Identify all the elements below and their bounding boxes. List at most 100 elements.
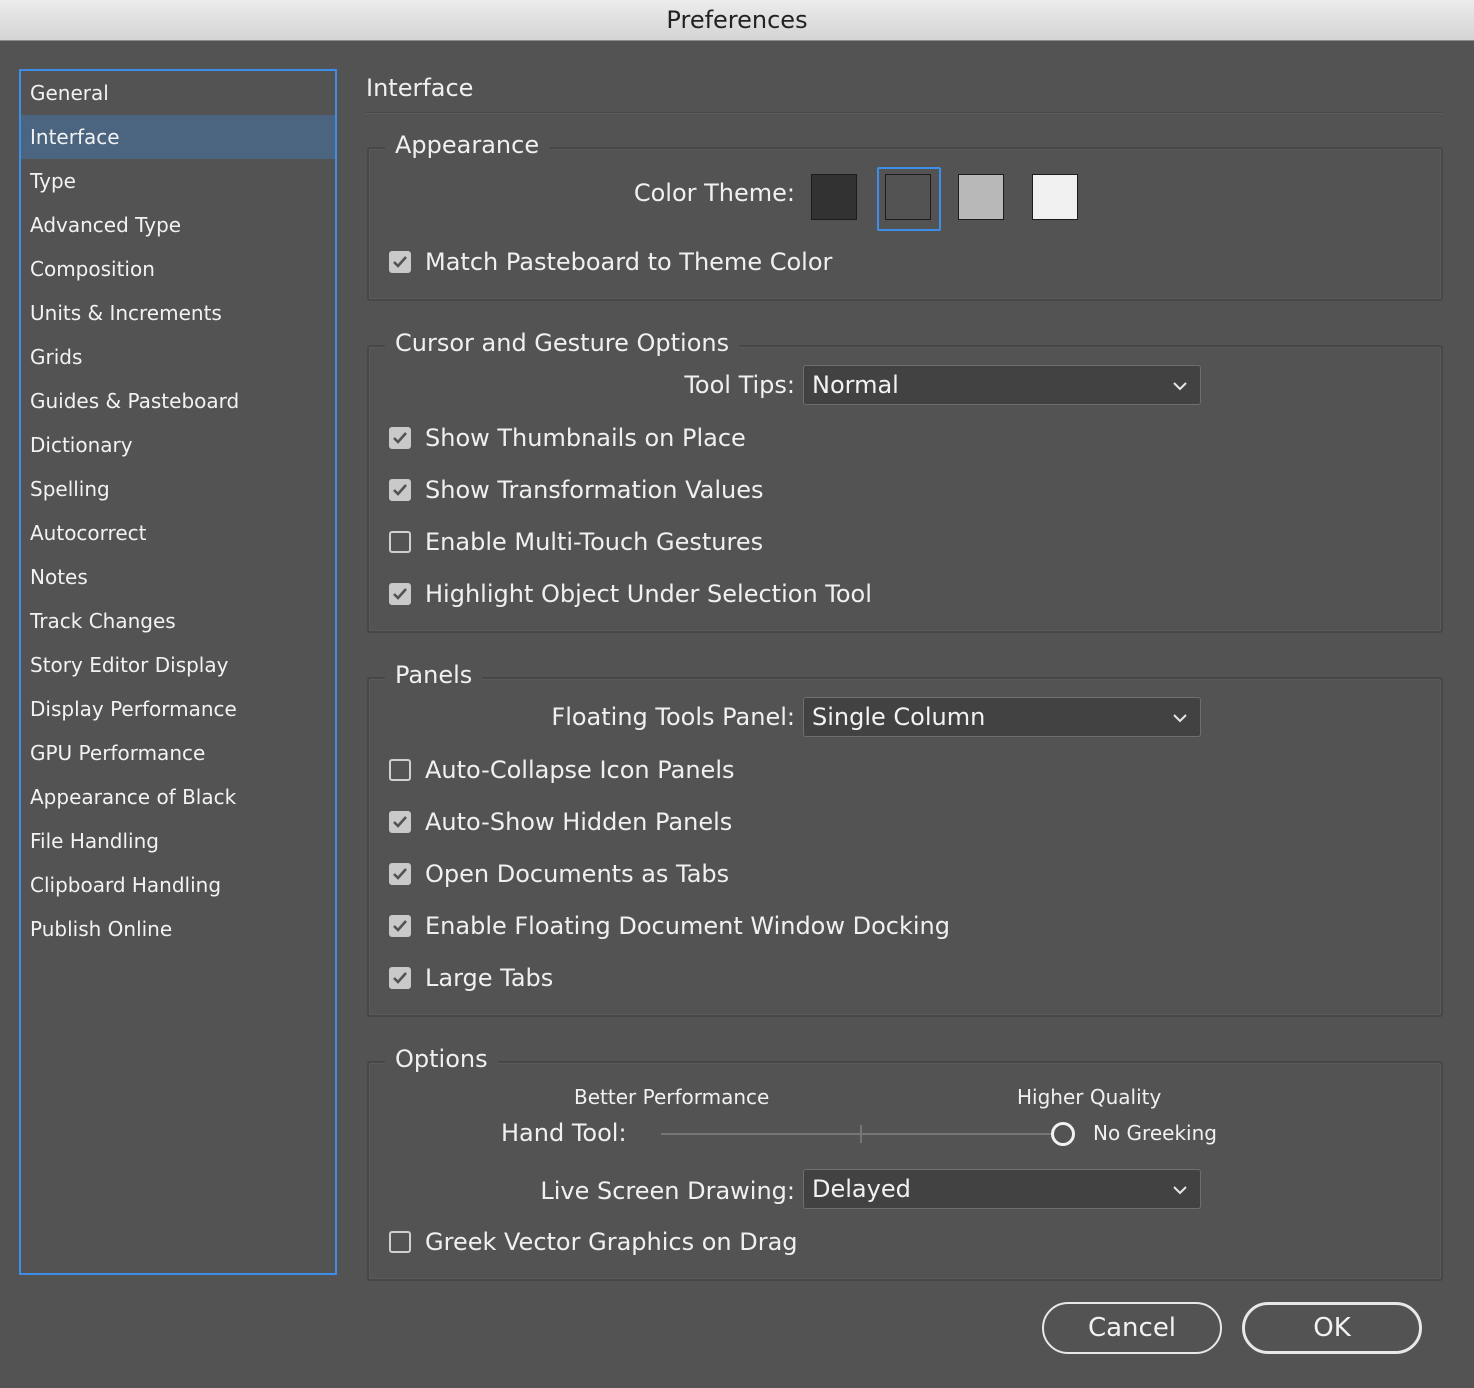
theme-swatch-dark[interactable] [811, 174, 857, 220]
multi-touch-checkbox[interactable] [389, 531, 411, 553]
sidebar-item-publish-online[interactable]: Publish Online [21, 907, 335, 951]
options-title: Options [385, 1045, 498, 1073]
tool-tips-dropdown[interactable]: Normal [803, 365, 1201, 405]
sidebar-item-track-changes[interactable]: Track Changes [21, 599, 335, 643]
sidebar-item-guides-and-pasteboard[interactable]: Guides & Pasteboard [21, 379, 335, 423]
live-screen-dropdown[interactable]: Delayed [803, 1169, 1201, 1209]
floating-tools-label: Floating Tools Panel: [551, 703, 795, 731]
show-thumbnails-checkbox[interactable] [389, 427, 411, 449]
sidebar-item-interface[interactable]: Interface [21, 115, 335, 159]
slider-track [661, 1133, 1053, 1135]
sidebar-item-advanced-type[interactable]: Advanced Type [21, 203, 335, 247]
greek-vector-checkbox[interactable] [389, 1231, 411, 1253]
cancel-button[interactable]: Cancel [1042, 1302, 1222, 1354]
sidebar-item-general[interactable]: General [21, 71, 335, 115]
appearance-title: Appearance [385, 131, 550, 159]
show-transformation-row[interactable]: Show Transformation Values [389, 473, 763, 507]
checkmark-icon [393, 816, 407, 828]
auto-show-checkbox[interactable] [389, 811, 411, 833]
sidebar-item-notes[interactable]: Notes [21, 555, 335, 599]
sidebar-item-display-performance[interactable]: Display Performance [21, 687, 335, 731]
chevron-down-icon [1172, 1181, 1188, 1200]
sidebar-item-units-and-increments[interactable]: Units & Increments [21, 291, 335, 335]
highlight-object-checkbox[interactable] [389, 583, 411, 605]
color-theme-label: Color Theme: [633, 179, 795, 207]
title-bar: Preferences [0, 0, 1474, 41]
checkmark-icon [393, 432, 407, 444]
appearance-group: Appearance Color Theme: Match Pasteboard… [367, 131, 1443, 301]
sidebar-item-type[interactable]: Type [21, 159, 335, 203]
sidebar-item-gpu-performance[interactable]: GPU Performance [21, 731, 335, 775]
sidebar-item-dictionary[interactable]: Dictionary [21, 423, 335, 467]
window-title: Preferences [666, 6, 808, 34]
better-performance-label: Better Performance [574, 1085, 770, 1109]
chevron-down-icon [1172, 377, 1188, 396]
chevron-down-icon [1172, 709, 1188, 728]
sidebar-item-composition[interactable]: Composition [21, 247, 335, 291]
greek-vector-row[interactable]: Greek Vector Graphics on Drag [389, 1225, 798, 1259]
page-title: Interface [366, 74, 474, 102]
panels-group: Panels Floating Tools Panel: Single Colu… [367, 661, 1443, 1017]
auto-show-row[interactable]: Auto-Show Hidden Panels [389, 805, 732, 839]
open-as-tabs-label: Open Documents as Tabs [425, 860, 730, 888]
multi-touch-row[interactable]: Enable Multi-Touch Gestures [389, 525, 763, 559]
sidebar-item-story-editor-display[interactable]: Story Editor Display [21, 643, 335, 687]
cursor-gesture-title: Cursor and Gesture Options [385, 329, 740, 357]
tool-tips-value: Normal [812, 371, 899, 399]
large-tabs-checkbox[interactable] [389, 967, 411, 989]
highlight-object-row[interactable]: Highlight Object Under Selection Tool [389, 577, 872, 611]
auto-show-label: Auto-Show Hidden Panels [425, 808, 733, 836]
hand-tool-slider[interactable] [661, 1113, 1075, 1153]
higher-quality-label: Higher Quality [1017, 1085, 1162, 1109]
match-pasteboard-checkbox[interactable] [389, 251, 411, 273]
multi-touch-label: Enable Multi-Touch Gestures [425, 528, 764, 556]
sidebar-item-appearance-of-black[interactable]: Appearance of Black [21, 775, 335, 819]
checkmark-icon [393, 256, 407, 268]
options-group: Options Better Performance Higher Qualit… [367, 1045, 1443, 1281]
show-thumbnails-row[interactable]: Show Thumbnails on Place [389, 421, 746, 455]
checkmark-icon [393, 868, 407, 880]
open-as-tabs-row[interactable]: Open Documents as Tabs [389, 857, 729, 891]
sidebar-item-autocorrect[interactable]: Autocorrect [21, 511, 335, 555]
floating-docking-row[interactable]: Enable Floating Document Window Docking [389, 909, 950, 943]
live-screen-label: Live Screen Drawing: [540, 1177, 795, 1205]
auto-collapse-label: Auto-Collapse Icon Panels [425, 756, 735, 784]
show-transformation-checkbox[interactable] [389, 479, 411, 501]
theme-swatch-medium-dark[interactable] [885, 174, 931, 220]
heading-divider [366, 112, 1442, 114]
show-transformation-label: Show Transformation Values [425, 476, 764, 504]
floating-docking-checkbox[interactable] [389, 915, 411, 937]
floating-tools-dropdown[interactable]: Single Column [803, 697, 1201, 737]
open-as-tabs-checkbox[interactable] [389, 863, 411, 885]
auto-collapse-row[interactable]: Auto-Collapse Icon Panels [389, 753, 735, 787]
match-pasteboard-label: Match Pasteboard to Theme Color [425, 248, 833, 276]
slider-knob[interactable] [1051, 1122, 1075, 1146]
checkmark-icon [393, 920, 407, 932]
checkmark-icon [393, 588, 407, 600]
hand-tool-label: Hand Tool: [501, 1119, 627, 1147]
theme-swatch-light[interactable] [1032, 174, 1078, 220]
greek-vector-label: Greek Vector Graphics on Drag [425, 1228, 798, 1256]
theme-swatch-medium-light[interactable] [958, 174, 1004, 220]
sidebar-item-file-handling[interactable]: File Handling [21, 819, 335, 863]
sidebar-item-spelling[interactable]: Spelling [21, 467, 335, 511]
slider-tick [860, 1125, 862, 1143]
sidebar: General Interface Type Advanced Type Composi… [19, 69, 337, 1275]
sidebar-item-clipboard-handling[interactable]: Clipboard Handling [21, 863, 335, 907]
sidebar-item-grids[interactable]: Grids [21, 335, 335, 379]
floating-tools-value: Single Column [812, 703, 986, 731]
cursor-gesture-group: Cursor and Gesture Options Tool Tips: No… [367, 329, 1443, 633]
match-pasteboard-row[interactable]: Match Pasteboard to Theme Color [389, 245, 832, 279]
show-thumbnails-label: Show Thumbnails on Place [425, 424, 746, 452]
checkmark-icon [393, 972, 407, 984]
large-tabs-row[interactable]: Large Tabs [389, 961, 553, 995]
large-tabs-label: Large Tabs [425, 964, 554, 992]
floating-docking-label: Enable Floating Document Window Docking [425, 912, 950, 940]
hand-tool-value: No Greeking [1093, 1121, 1217, 1145]
highlight-object-label: Highlight Object Under Selection Tool [425, 580, 872, 608]
auto-collapse-checkbox[interactable] [389, 759, 411, 781]
live-screen-value: Delayed [812, 1175, 911, 1203]
ok-button[interactable]: OK [1242, 1302, 1422, 1354]
checkmark-icon [393, 484, 407, 496]
tool-tips-label: Tool Tips: [684, 371, 795, 399]
